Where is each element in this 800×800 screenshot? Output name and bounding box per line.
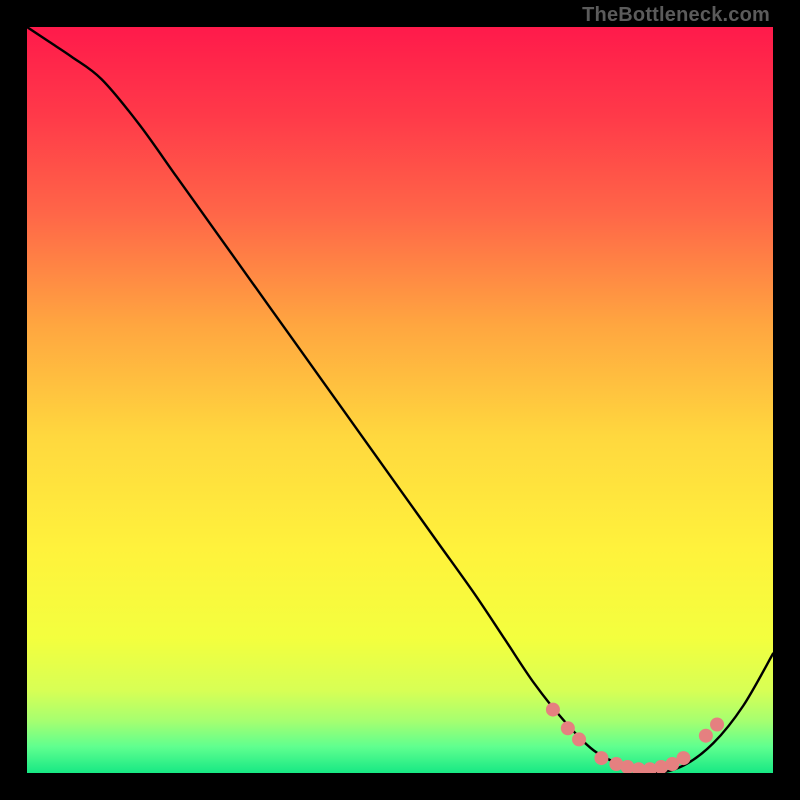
marker-dot [676,751,690,765]
chart-svg [27,27,773,773]
chart-frame: TheBottleneck.com [0,0,800,800]
marker-dot [572,732,586,746]
marker-dot [699,729,713,743]
marker-dot [561,721,575,735]
attribution-text: TheBottleneck.com [582,4,770,27]
marker-dot [710,718,724,732]
gradient-background [27,27,773,773]
marker-dot [594,751,608,765]
marker-dot [546,703,560,717]
plot-area [27,27,773,773]
